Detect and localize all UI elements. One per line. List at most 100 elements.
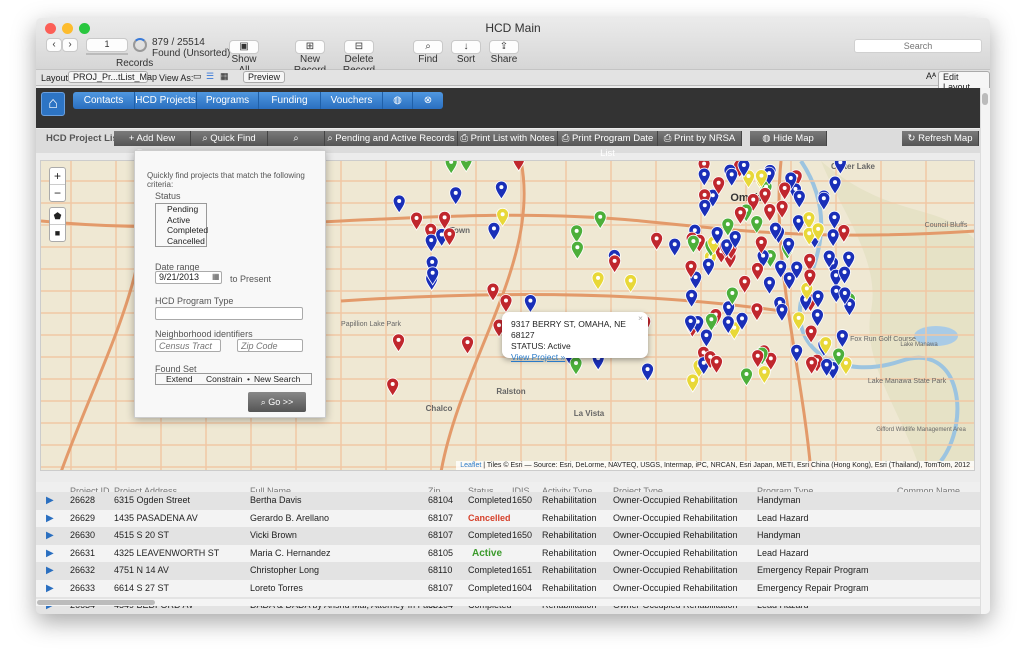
view-table-icon[interactable]: ▦ bbox=[220, 71, 229, 82]
zoom-in-button[interactable]: + bbox=[50, 168, 65, 185]
hide-map-button[interactable]: ◍ Hide Map bbox=[750, 131, 827, 146]
census-tract-field[interactable] bbox=[155, 339, 221, 352]
table-row[interactable]: ▶ 26633 6614 S 27 ST Loreto Torres 68107 Comp… bbox=[36, 579, 980, 597]
home-button[interactable]: ⌂ bbox=[41, 92, 65, 116]
nav-vouchers[interactable]: Vouchers bbox=[321, 92, 383, 109]
preview-button[interactable]: Preview bbox=[243, 71, 286, 83]
map-marker[interactable] bbox=[486, 282, 500, 302]
map-marker[interactable] bbox=[699, 328, 713, 348]
globe-icon[interactable]: ◍ bbox=[383, 92, 413, 109]
map-marker[interactable] bbox=[593, 210, 607, 230]
prev-record-button[interactable]: ‹ bbox=[46, 38, 62, 52]
show-all-icon[interactable]: ▣ bbox=[229, 40, 259, 54]
map-marker[interactable] bbox=[826, 228, 840, 248]
map-marker[interactable] bbox=[763, 203, 777, 223]
row-arrow-icon[interactable]: ▶ bbox=[46, 545, 54, 562]
next-record-button[interactable]: › bbox=[62, 38, 78, 52]
view-project-link[interactable]: View Project » bbox=[511, 352, 639, 363]
map-marker[interactable] bbox=[750, 302, 764, 322]
pending-active-button[interactable]: ⌕ Pending and Active Records bbox=[325, 131, 458, 146]
row-arrow-icon[interactable]: ▶ bbox=[46, 527, 54, 544]
map-marker[interactable] bbox=[487, 221, 501, 242]
record-slider[interactable] bbox=[86, 53, 128, 55]
print-nrsa-button[interactable]: ⎙ Print by NRSA bbox=[658, 131, 742, 146]
status-active-checkbox[interactable]: Active bbox=[167, 215, 206, 226]
draw-polygon-icon[interactable]: ⬟ bbox=[50, 208, 65, 225]
zoom-out-button[interactable]: − bbox=[50, 185, 65, 201]
map-marker[interactable] bbox=[386, 377, 400, 397]
refresh-map-button[interactable]: ↻ Refresh Map bbox=[902, 131, 979, 146]
find-icon[interactable]: ⌕ bbox=[413, 40, 443, 54]
table-row[interactable]: ▶ 26628 6315 Ogden Street Bertha Davis 68104… bbox=[36, 492, 980, 510]
map-marker[interactable] bbox=[668, 237, 682, 258]
search-button[interactable]: ⌕ bbox=[268, 131, 325, 146]
program-type-field[interactable] bbox=[155, 307, 303, 320]
nav-contacts[interactable]: Contacts bbox=[73, 92, 135, 109]
map-marker[interactable] bbox=[838, 265, 851, 285]
map-marker[interactable] bbox=[591, 271, 605, 291]
sort-icon[interactable]: ↓ bbox=[451, 40, 481, 54]
map-marker[interactable] bbox=[424, 233, 438, 253]
map-marker[interactable] bbox=[710, 355, 723, 375]
map-marker[interactable] bbox=[835, 329, 849, 349]
map-marker[interactable] bbox=[704, 312, 718, 333]
map-marker[interactable] bbox=[751, 262, 764, 282]
map-marker[interactable] bbox=[837, 224, 851, 244]
row-arrow-icon[interactable]: ▶ bbox=[46, 580, 54, 597]
print-program-button[interactable]: ⎙ Print Program Date List bbox=[558, 131, 658, 159]
status-completed-checkbox[interactable]: Completed bbox=[167, 225, 208, 236]
map-marker[interactable] bbox=[624, 274, 638, 294]
table-row[interactable]: ▶ 26630 4515 S 20 ST Vicki Brown 68107 Comple… bbox=[36, 527, 980, 545]
view-list-icon[interactable]: ☰ bbox=[206, 71, 214, 82]
search-input[interactable] bbox=[854, 39, 982, 53]
new-record-icon[interactable]: ⊞ bbox=[295, 40, 325, 54]
map-marker[interactable] bbox=[495, 180, 508, 200]
share-icon[interactable]: ⇪ bbox=[489, 40, 519, 54]
horizontal-scrollbar[interactable] bbox=[36, 599, 980, 606]
go-button[interactable]: ⌕ Go >> bbox=[248, 392, 306, 412]
map-marker[interactable] bbox=[792, 189, 806, 209]
map-marker[interactable] bbox=[790, 343, 804, 364]
map-marker[interactable] bbox=[775, 303, 789, 323]
map-marker[interactable] bbox=[686, 234, 700, 254]
map-marker[interactable] bbox=[757, 365, 771, 385]
delete-record-icon[interactable]: ⊟ bbox=[344, 40, 374, 54]
table-row[interactable]: ▶ 26629 1435 PASADENA AV Gerardo B. Arellan… bbox=[36, 509, 980, 527]
row-arrow-icon[interactable]: ▶ bbox=[46, 492, 54, 509]
new-search-radio[interactable]: New Search bbox=[254, 374, 300, 384]
map-marker[interactable] bbox=[725, 167, 739, 188]
map-marker[interactable] bbox=[805, 356, 819, 376]
vertical-scrollbar[interactable] bbox=[980, 88, 990, 614]
sort-button[interactable]: Sort bbox=[451, 54, 481, 65]
zip-code-field[interactable] bbox=[237, 339, 303, 352]
map-marker[interactable] bbox=[570, 240, 584, 260]
map-marker[interactable] bbox=[449, 186, 463, 206]
add-new-record-button[interactable]: + Add New Record bbox=[114, 131, 191, 159]
map-marker[interactable] bbox=[496, 207, 510, 228]
map-marker[interactable] bbox=[392, 194, 406, 214]
view-form-icon[interactable]: ▭ bbox=[193, 71, 202, 82]
record-number-field[interactable]: 1 bbox=[86, 38, 128, 52]
leaflet-link[interactable]: Leaflet bbox=[460, 462, 481, 469]
map-marker[interactable] bbox=[828, 210, 841, 230]
layout-select[interactable]: PROJ_Pr...tList_Map bbox=[68, 71, 157, 83]
map-marker[interactable] bbox=[811, 308, 824, 328]
constrain-radio[interactable]: Constrain bbox=[206, 374, 242, 384]
nav-programs[interactable]: Programs bbox=[197, 92, 259, 109]
quick-find-button[interactable]: ⌕ Quick Find bbox=[191, 131, 268, 146]
find-button[interactable]: Find bbox=[412, 54, 444, 65]
popup-close-icon[interactable]: × bbox=[638, 313, 643, 324]
status-pending-checkbox[interactable]: Pending bbox=[167, 204, 206, 215]
row-arrow-icon[interactable]: ▶ bbox=[46, 510, 54, 527]
nav-hcd-projects[interactable]: HCD Projects bbox=[135, 92, 197, 109]
map-marker[interactable] bbox=[499, 294, 513, 314]
map-marker[interactable] bbox=[443, 227, 456, 247]
print-notes-button[interactable]: ⎙ Print List with Notes bbox=[458, 131, 558, 146]
share-button[interactable]: Share bbox=[489, 54, 519, 65]
calendar-icon[interactable]: ▦ bbox=[212, 272, 220, 281]
map-marker[interactable] bbox=[459, 161, 473, 173]
nav-funding[interactable]: Funding bbox=[259, 92, 321, 109]
map-marker[interactable] bbox=[697, 167, 711, 187]
map-marker[interactable] bbox=[570, 224, 584, 244]
map-marker[interactable] bbox=[740, 367, 753, 387]
